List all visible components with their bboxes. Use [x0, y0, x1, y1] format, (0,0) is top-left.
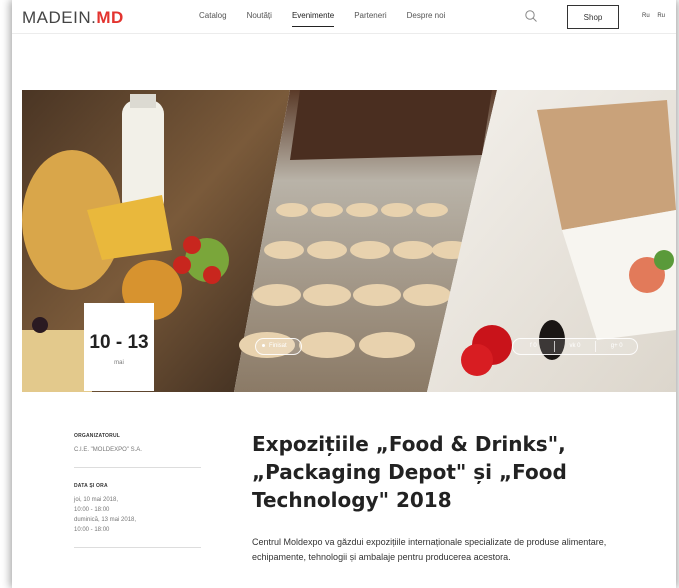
status-label: Finisat: [269, 343, 287, 349]
datetime-value: joi, 10 mai 2018, 10:00 - 18:00 duminică…: [74, 495, 201, 535]
share-google-plus[interactable]: g+ 0: [596, 341, 637, 352]
vk-icon: vk: [569, 343, 576, 349]
event-date-range: 10 - 13: [89, 332, 149, 353]
nav-parteneri[interactable]: Parteneri: [354, 11, 386, 27]
lang-option[interactable]: Ru: [642, 13, 650, 19]
event-date-card: 10 - 13 mai: [84, 303, 154, 391]
organizer-value: C.I.E. "MOLDEXPO" S.A.: [74, 447, 142, 453]
logo-text: MADEIN.: [22, 8, 97, 27]
divider: [74, 467, 201, 468]
event-description: Centrul Moldexpo va găzdui expozițiile i…: [252, 537, 607, 562]
google-plus-icon: g+: [610, 343, 618, 349]
share-vk[interactable]: vk 0: [555, 341, 597, 352]
main-nav: Catalog Noutăți Evenimente Parteneri Des…: [199, 11, 465, 27]
share-count: 0: [619, 343, 623, 349]
event-title: Expozițiile „Food & Drinks", „Packaging …: [252, 432, 567, 512]
shop-button[interactable]: Shop: [567, 5, 619, 29]
nav-despre-noi[interactable]: Despre noi: [407, 11, 446, 27]
language-switcher: Ru Ru: [642, 13, 671, 19]
share-count: 0: [533, 343, 537, 349]
status-badge: Finisat: [255, 338, 302, 355]
logo-accent: MD: [96, 8, 124, 27]
nav-catalog[interactable]: Catalog: [199, 11, 227, 27]
share-bar: f 0 vk 0 g+ 0: [512, 338, 638, 355]
event-info-sidebar: ORGANIZATORUL C.I.E. "MOLDEXPO" S.A. DAT…: [74, 433, 201, 563]
divider: [74, 547, 201, 548]
site-header: MADEIN.MD Catalog Noutăți Evenimente Par…: [12, 0, 676, 34]
site-logo[interactable]: MADEIN.MD: [22, 8, 124, 28]
nav-evenimente[interactable]: Evenimente: [291, 11, 335, 27]
datetime-line: 10:00 - 18:00: [74, 507, 110, 513]
event-date-month: mai: [114, 360, 124, 366]
datetime-line: duminică, 13 mai 2018,: [74, 517, 137, 523]
datetime-line: 10:00 - 18:00: [74, 527, 110, 533]
share-facebook[interactable]: f 0: [513, 341, 555, 352]
facebook-icon: f: [529, 343, 532, 349]
lang-option[interactable]: Ru: [657, 13, 665, 19]
page-frame: MADEIN.MD Catalog Noutăți Evenimente Par…: [12, 0, 676, 588]
search-icon[interactable]: [524, 9, 538, 23]
status-dot: [262, 343, 265, 347]
organizer-label: ORGANIZATORUL: [74, 433, 121, 439]
datetime-label: DATA ȘI ORA: [74, 483, 108, 489]
datetime-line: joi, 10 mai 2018,: [74, 497, 119, 503]
nav-noutati[interactable]: Noutăți: [247, 11, 272, 27]
share-count: 0: [577, 343, 581, 349]
